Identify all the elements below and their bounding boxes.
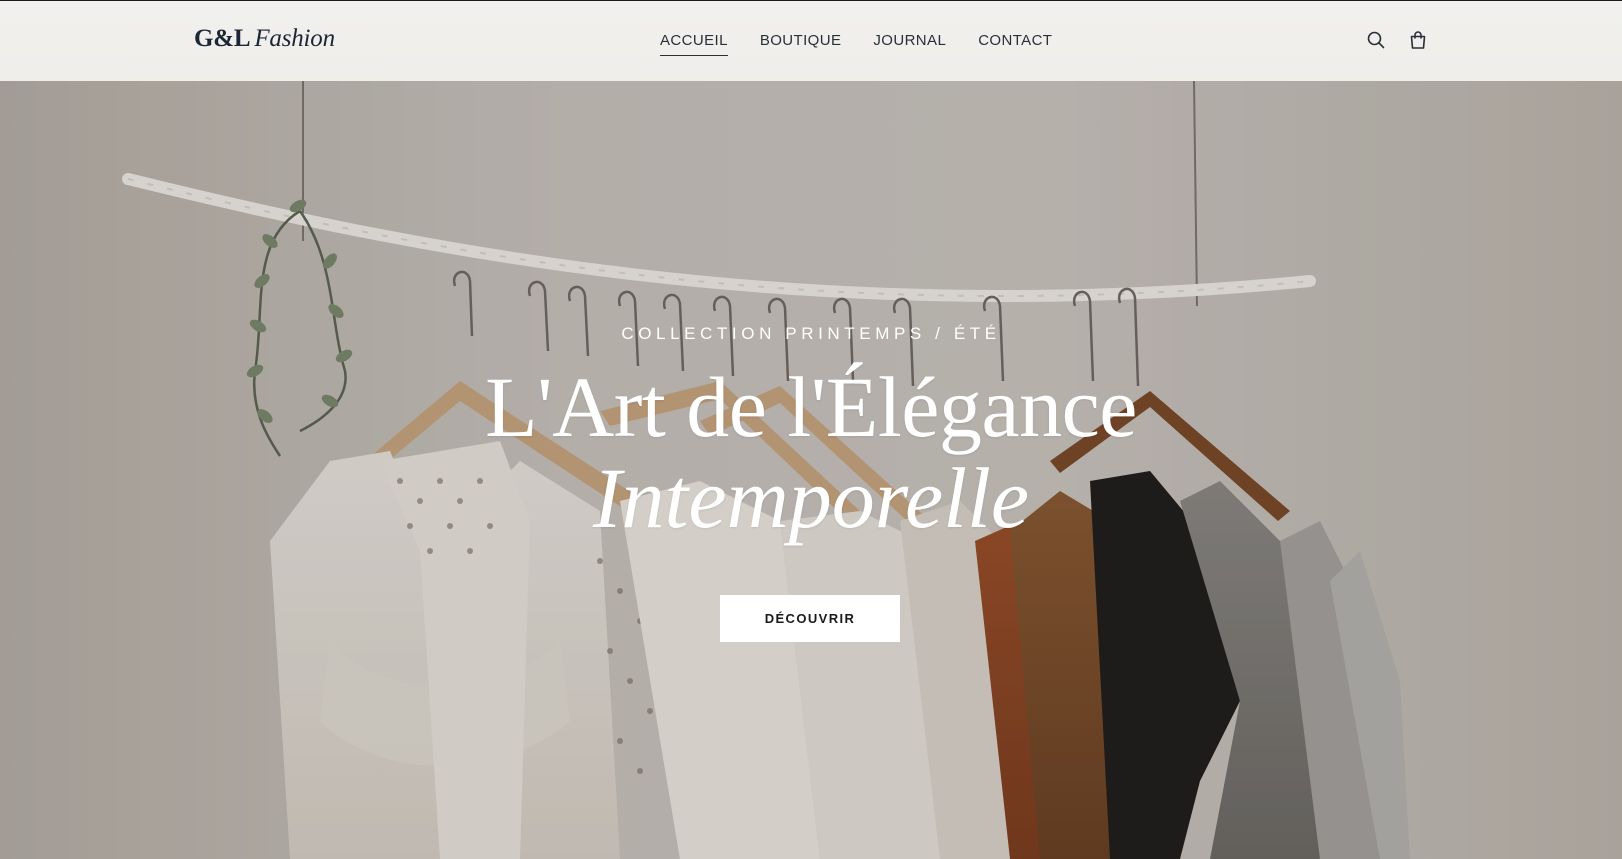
header-actions [1365,29,1429,51]
page: G&L Fashion ACCUEIL BOUTIQUE JOURNAL CONT… [0,0,1622,859]
hero-eyebrow: COLLECTION PRINTEMPS / ÉTÉ [621,324,1001,343]
nav-item-contact[interactable]: CONTACT [978,32,1052,55]
shopping-bag-icon[interactable] [1407,29,1429,51]
logo-brand: G&L [194,25,251,52]
site-header: G&L Fashion ACCUEIL BOUTIQUE JOURNAL CONT… [0,0,1622,81]
search-icon[interactable] [1365,29,1387,51]
nav-item-boutique[interactable]: BOUTIQUE [760,32,842,55]
main-nav: ACCUEIL BOUTIQUE JOURNAL CONTACT [660,32,1052,56]
hero-title-line1: L'Art de l'Élégance [485,359,1137,455]
logo[interactable]: G&L Fashion [194,25,335,53]
discover-button[interactable]: DÉCOUVRIR [720,595,900,642]
nav-item-accueil[interactable]: ACCUEIL [660,32,728,56]
nav-item-journal[interactable]: JOURNAL [873,32,946,55]
hero-section: COLLECTION PRINTEMPS / ÉTÉ L'Art de l'Él… [0,81,1622,859]
hero-title-line2: Intemporelle [592,450,1030,546]
logo-subtitle: Fashion [254,25,335,52]
hero-content: COLLECTION PRINTEMPS / ÉTÉ L'Art de l'Él… [0,81,1622,859]
